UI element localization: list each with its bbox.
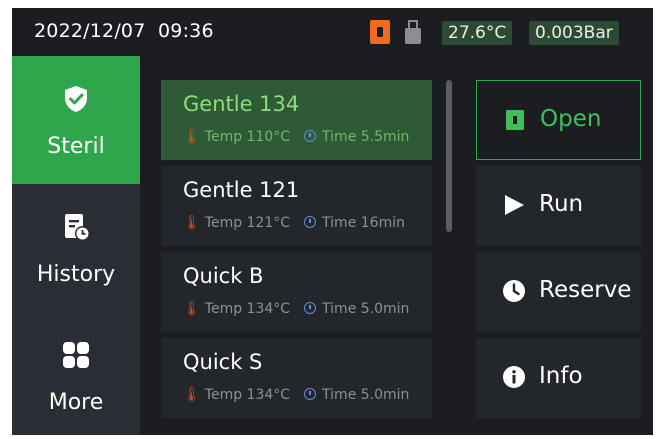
open-button-label: Open bbox=[540, 106, 602, 132]
pressure-readout: 0.003Bar bbox=[529, 21, 619, 45]
program-meta: 🌡︎ Temp 121°C Time 16min bbox=[183, 215, 405, 231]
grid-icon bbox=[63, 342, 89, 368]
program-name: Quick B bbox=[183, 264, 264, 288]
date-text: 2022/12/07 bbox=[34, 20, 146, 42]
clock-icon bbox=[304, 388, 317, 400]
open-button[interactable]: Open bbox=[476, 80, 641, 160]
clock-icon bbox=[503, 280, 525, 302]
program-meta: 🌡︎ Temp 134°C Time 5.0min bbox=[183, 387, 409, 403]
reserve-button[interactable]: Reserve bbox=[476, 252, 641, 332]
program-list: Gentle 134 🌡︎ Temp 110°C Time 5.5min Gentl… bbox=[161, 80, 432, 435]
time-label: Time bbox=[322, 129, 357, 145]
info-icon bbox=[503, 366, 525, 388]
time-value: 16min bbox=[360, 215, 405, 231]
shield-check-icon bbox=[65, 86, 87, 112]
program-name: Gentle 121 bbox=[183, 178, 300, 202]
thermometer-icon: 🌡︎ bbox=[183, 129, 201, 145]
info-button[interactable]: Info bbox=[476, 338, 641, 418]
thermometer-icon: 🌡︎ bbox=[183, 387, 201, 403]
temp-value: 134°C bbox=[246, 387, 291, 403]
temp-label: Temp bbox=[204, 301, 243, 317]
sidebar-item-more[interactable]: More bbox=[12, 312, 140, 435]
temp-label: Temp bbox=[204, 129, 243, 145]
usb-icon bbox=[405, 20, 421, 44]
run-button-label: Run bbox=[539, 191, 584, 217]
clock-icon bbox=[304, 302, 317, 314]
time-value: 5.5min bbox=[360, 129, 410, 145]
program-list-scrollbar[interactable] bbox=[446, 80, 452, 232]
autoclave-screen: 2022/12/07 09:36 27.6°C 0.003Bar Steril … bbox=[12, 8, 653, 435]
program-meta: 🌡︎ Temp 134°C Time 5.0min bbox=[183, 301, 409, 317]
time-label: Time bbox=[322, 301, 357, 317]
program-card-gentle-121[interactable]: Gentle 121 🌡︎ Temp 121°C Time 16min bbox=[161, 166, 432, 246]
temp-label: Temp bbox=[204, 215, 243, 231]
clock-icon bbox=[304, 130, 317, 142]
thermometer-icon: 🌡︎ bbox=[183, 215, 201, 231]
program-card-gentle-134[interactable]: Gentle 134 🌡︎ Temp 110°C Time 5.5min bbox=[161, 80, 432, 160]
temp-label: Temp bbox=[204, 387, 243, 403]
time-label: Time bbox=[322, 215, 357, 231]
program-card-quick-s[interactable]: Quick S 🌡︎ Temp 134°C Time 5.0min bbox=[161, 338, 432, 418]
sidebar-item-label: More bbox=[48, 390, 104, 415]
program-card-quick-b[interactable]: Quick B 🌡︎ Temp 134°C Time 5.0min bbox=[161, 252, 432, 332]
clock-icon bbox=[304, 216, 317, 228]
sidebar: Steril History More bbox=[12, 56, 140, 435]
play-icon bbox=[505, 195, 524, 215]
status-bar: 2022/12/07 09:36 27.6°C 0.003Bar bbox=[12, 8, 653, 56]
date-time: 2022/12/07 09:36 bbox=[34, 20, 214, 42]
history-clock-icon bbox=[65, 214, 90, 241]
temperature-readout: 27.6°C bbox=[442, 21, 513, 45]
sidebar-item-history[interactable]: History bbox=[12, 184, 140, 312]
sidebar-item-label: History bbox=[36, 262, 116, 287]
time-label: Time bbox=[322, 387, 357, 403]
reserve-button-label: Reserve bbox=[539, 277, 632, 303]
time-text: 09:36 bbox=[158, 20, 214, 42]
thermometer-icon: 🌡︎ bbox=[183, 301, 201, 317]
program-meta: 🌡︎ Temp 110°C Time 5.5min bbox=[183, 129, 409, 145]
time-value: 5.0min bbox=[360, 301, 410, 317]
time-value: 5.0min bbox=[360, 387, 410, 403]
program-name: Quick S bbox=[183, 350, 263, 374]
sidebar-item-label: Steril bbox=[47, 134, 105, 159]
temp-value: 134°C bbox=[246, 301, 291, 317]
program-name: Gentle 134 bbox=[183, 92, 300, 116]
sidebar-item-steril[interactable]: Steril bbox=[12, 56, 140, 184]
door-status-icon bbox=[370, 20, 390, 44]
temp-value: 121°C bbox=[246, 215, 291, 231]
info-button-label: Info bbox=[539, 363, 583, 389]
door-icon bbox=[506, 110, 524, 130]
run-button[interactable]: Run bbox=[476, 166, 641, 246]
temp-value: 110°C bbox=[246, 129, 291, 145]
